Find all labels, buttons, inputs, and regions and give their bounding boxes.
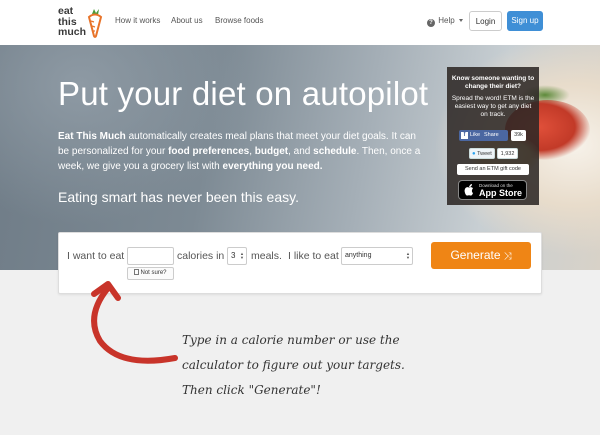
want-to-eat-label: I want to eat [67, 250, 125, 262]
login-button[interactable]: Login [469, 11, 502, 31]
annotation-line-3: Then click "Generate"! [182, 383, 321, 397]
annotation-line-2: calculator to figure out your targets. [182, 358, 405, 372]
nav-browse-foods[interactable]: Browse foods [215, 16, 263, 25]
hero-subtitle: Eating smart has never been this easy. [58, 189, 299, 205]
meals-select[interactable]: 3 ▲ ▼ [227, 247, 247, 265]
annotation-line-1: Type in a calorie number or use the [182, 333, 400, 347]
calories-in-label: calories in [177, 250, 225, 262]
select-arrows-icon: ▲ ▼ [240, 251, 244, 260]
share-box: Know someone wanting to change their die… [447, 67, 539, 205]
facebook-icon: f [461, 132, 468, 139]
help-dropdown[interactable]: ? Help [427, 16, 463, 27]
hero-description: Eat This Much automatically creates meal… [58, 131, 421, 172]
logo-wordmark: eat this much [58, 5, 87, 38]
share-spread-text: Spread the word! ETM is the easiest way … [451, 95, 535, 118]
diet-type-select[interactable]: anything ▲ ▼ [341, 247, 413, 265]
tweet-count: 1,932 [497, 148, 518, 159]
facebook-share-button[interactable]: Share [484, 130, 499, 141]
caret-down-icon [458, 19, 463, 22]
question-circle-icon: ? [427, 19, 435, 27]
calculator-icon [134, 269, 140, 275]
carrot-icon [87, 9, 103, 38]
red-arrow-annotation [91, 281, 178, 364]
gift-code-button[interactable]: Send an ETM gift code [457, 164, 529, 175]
twitter-bird-icon: ● [472, 151, 476, 157]
select-arrows-icon: ▲ ▼ [406, 251, 410, 260]
like-to-eat-label: I like to eat [288, 250, 339, 262]
top-navbar: eat this much How it works About us Brow… [0, 0, 600, 46]
help-label: Help [438, 16, 455, 25]
hero-title: Put your diet on autopilot [58, 75, 429, 112]
tweet-button[interactable]: ● Tweet [469, 148, 495, 159]
nav-about-us[interactable]: About us [171, 16, 203, 25]
app-store-badge[interactable]: Download on the App Store [458, 180, 527, 200]
calories-input[interactable] [127, 247, 174, 265]
share-question: Know someone wanting to change their die… [451, 75, 535, 90]
nav-how-it-works[interactable]: How it works [115, 16, 160, 25]
app-store-label: App Store [479, 188, 523, 198]
signup-button[interactable]: Sign up [507, 11, 543, 31]
shuffle-icon: ⤨ [503, 251, 512, 262]
facebook-count: 39k [511, 130, 526, 141]
generate-button[interactable]: Generate ⤨ [431, 242, 531, 269]
logo[interactable]: eat this much [58, 6, 106, 40]
meals-label: meals. [251, 250, 282, 262]
apple-icon [464, 184, 473, 196]
